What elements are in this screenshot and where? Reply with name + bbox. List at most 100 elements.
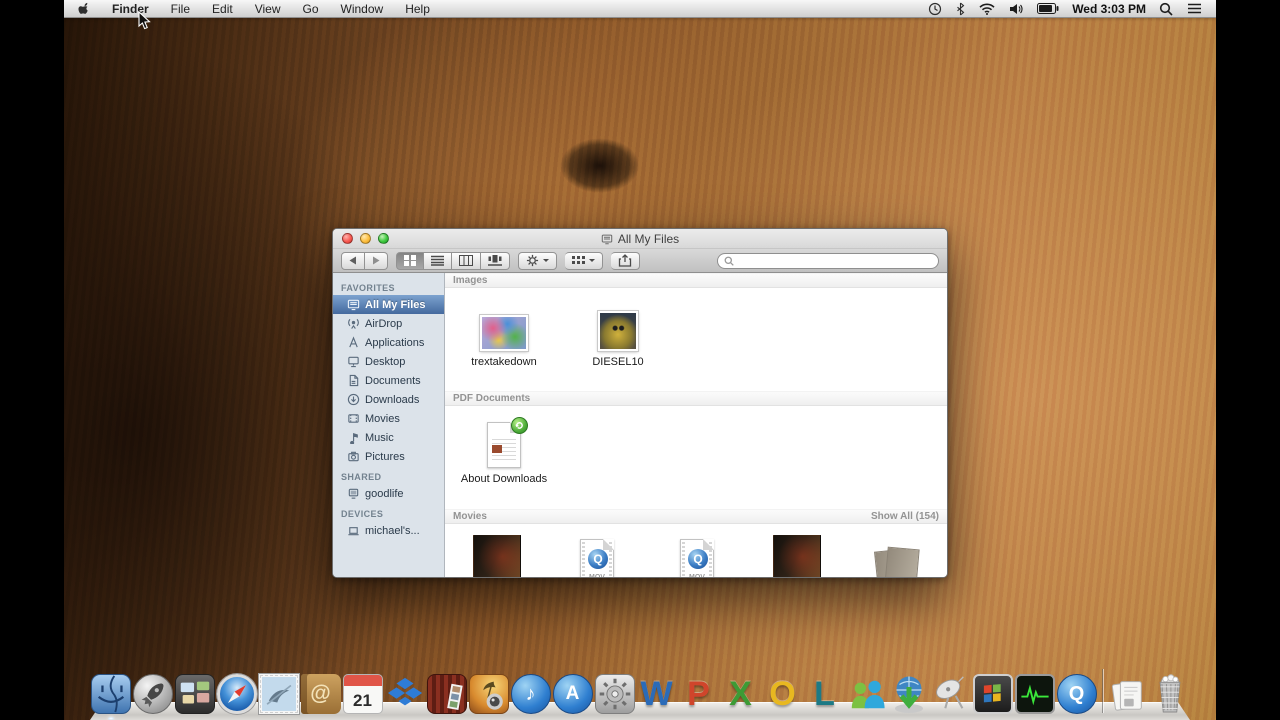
dock-microsoft-lync[interactable]: L [804, 672, 846, 714]
shared-computer-icon [347, 487, 360, 500]
dock-system-preferences[interactable] [594, 672, 636, 714]
menu-item-view[interactable]: View [244, 0, 292, 17]
downloads-icon [347, 393, 360, 406]
minimize-button[interactable] [360, 233, 371, 244]
dock-microsoft-word[interactable]: W [636, 672, 678, 714]
sidebar-item-goodlife[interactable]: goodlife [333, 484, 444, 503]
search-input[interactable] [738, 255, 932, 267]
dock-iphoto[interactable] [468, 672, 510, 714]
file-item[interactable]: trextakedown [447, 301, 561, 368]
dock-messenger[interactable] [846, 672, 888, 714]
dock-mail[interactable] [258, 672, 300, 714]
dock-finder[interactable] [90, 672, 132, 714]
word-icon: W [637, 674, 677, 714]
mail-icon [259, 674, 299, 714]
documents-stack-icon [1108, 674, 1148, 714]
documents-icon [347, 374, 360, 387]
wifi-icon[interactable] [972, 0, 1002, 17]
back-button[interactable] [341, 252, 365, 270]
menu-status-area: Wed 3:03 PM [921, 0, 1216, 17]
iphoto-icon [469, 674, 509, 714]
spotlight-icon[interactable] [1152, 0, 1180, 17]
dock-dropbox[interactable] [384, 672, 426, 714]
sidebar-item-applications[interactable]: Applications [333, 333, 444, 352]
share-button[interactable] [611, 252, 640, 270]
launchpad-icon [133, 674, 173, 714]
menu-item-window[interactable]: Window [330, 0, 395, 17]
file-item[interactable]: About Downloads [447, 418, 561, 485]
file-item[interactable] [747, 535, 847, 577]
sidebar-item-downloads[interactable]: Downloads [333, 390, 444, 409]
window-title: All My Files [333, 232, 947, 246]
menu-item-file[interactable]: File [160, 0, 201, 17]
dock-launchpad[interactable] [132, 672, 174, 714]
action-gear-menu[interactable] [518, 252, 557, 270]
volume-icon[interactable] [1002, 0, 1030, 17]
dock-internet-download[interactable] [888, 672, 930, 714]
dock-contacts[interactable]: @ [300, 672, 342, 714]
dock-windows-vm[interactable] [972, 672, 1014, 714]
dock-remote-desktop[interactable] [930, 672, 972, 714]
dock-stack[interactable] [1107, 672, 1149, 714]
window-titlebar[interactable]: All My Files [333, 229, 947, 249]
outlook-icon: O [763, 674, 803, 714]
sidebar-item-michael-s-[interactable]: michael's... [333, 521, 444, 540]
sidebar-item-desktop[interactable]: Desktop [333, 352, 444, 371]
menu-clock[interactable]: Wed 3:03 PM [1066, 2, 1152, 16]
forward-button[interactable] [365, 252, 388, 270]
close-button[interactable] [342, 233, 353, 244]
dock-microsoft-powerpoint[interactable]: P [678, 672, 720, 714]
sidebar-item-all-my-files[interactable]: All My Files [333, 295, 444, 314]
powerpoint-icon: P [679, 674, 719, 714]
arrange-menu[interactable] [565, 252, 603, 270]
sidebar-item-airdrop[interactable]: AirDrop [333, 314, 444, 333]
content-section-images: ImagestrextakedownDIESEL10 [445, 273, 947, 391]
view-mode-icon-view[interactable] [396, 252, 424, 270]
dropbox-icon [385, 674, 425, 714]
sidebar-item-documents[interactable]: Documents [333, 371, 444, 390]
dock-activity-monitor[interactable] [1014, 672, 1056, 714]
file-item[interactable]: QMOV [547, 535, 647, 577]
file-item[interactable] [847, 535, 947, 577]
sidebar-item-music[interactable]: Music [333, 428, 444, 447]
contacts-icon: @ [301, 674, 341, 714]
dock-microsoft-excel[interactable]: X [720, 672, 762, 714]
menu-item-help[interactable]: Help [394, 0, 441, 17]
file-item[interactable]: QMOV [647, 535, 747, 577]
dock-photo-booth[interactable] [426, 672, 468, 714]
dock-divider [1098, 668, 1107, 714]
view-mode-cover-flow-view[interactable] [481, 252, 510, 270]
apple-logo-icon[interactable] [78, 1, 91, 16]
menu-item-go[interactable]: Go [292, 0, 330, 17]
nav-buttons [341, 252, 388, 270]
view-mode-column-view[interactable] [452, 252, 481, 270]
file-item[interactable] [447, 535, 547, 577]
dock-app-store[interactable]: A [552, 672, 594, 714]
menu-item-edit[interactable]: Edit [201, 0, 244, 17]
content-section-pdf-documents: PDF DocumentsAbout Downloads [445, 391, 947, 509]
music-icon [347, 431, 360, 444]
mouse-cursor [138, 11, 151, 35]
dock-mission-control[interactable] [174, 672, 216, 714]
sidebar-section-devices: DEVICES [333, 503, 444, 521]
itunes-icon: ♪ [511, 674, 551, 714]
battery-icon[interactable] [1030, 0, 1066, 17]
dock-trash[interactable] [1149, 672, 1191, 714]
dock-safari[interactable] [216, 672, 258, 714]
dock-ical[interactable]: 21 [342, 672, 384, 714]
recent-items-clock-icon[interactable] [921, 0, 949, 17]
view-mode-list-view[interactable] [424, 252, 452, 270]
window-toolbar [333, 249, 947, 273]
file-item[interactable]: DIESEL10 [561, 301, 675, 368]
show-all-link[interactable]: Show All (154) [871, 511, 939, 522]
movies-icon [347, 412, 360, 425]
sidebar-item-movies[interactable]: Movies [333, 409, 444, 428]
sidebar-item-pictures[interactable]: Pictures [333, 447, 444, 466]
all-my-files-icon [601, 233, 613, 245]
bluetooth-icon[interactable] [949, 0, 972, 17]
dock-microsoft-outlook[interactable]: O [762, 672, 804, 714]
dock-itunes[interactable]: ♪ [510, 672, 552, 714]
zoom-button[interactable] [378, 233, 389, 244]
notification-center-icon[interactable] [1180, 0, 1216, 17]
dock-quicktime-player[interactable]: Q [1056, 672, 1098, 714]
